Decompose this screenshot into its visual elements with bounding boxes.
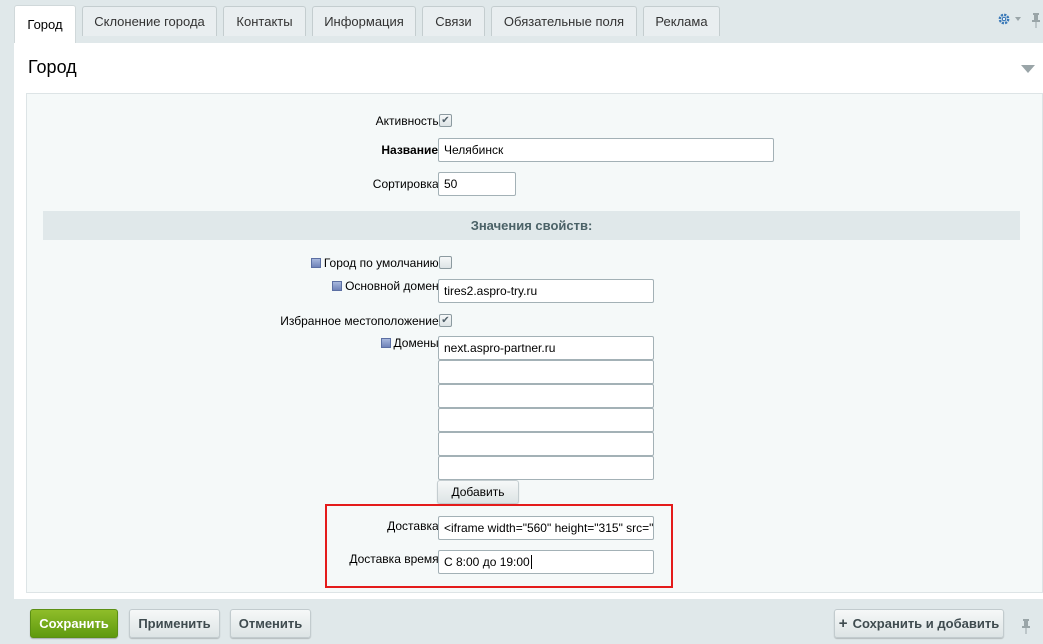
domain-input[interactable] <box>438 408 654 432</box>
tab-bar: Город Склонение города Контакты Информац… <box>0 0 1043 44</box>
tab-city[interactable]: Город <box>14 5 76 43</box>
save-and-add-button[interactable]: + Сохранить и добавить <box>834 609 1004 638</box>
tab-contacts[interactable]: Контакты <box>223 6 306 36</box>
favorite-location-label: Избранное местоположение: <box>280 314 442 328</box>
form-area: Активность: ✔ Название: Челябинск Сортир… <box>26 93 1043 593</box>
chevron-down-icon <box>1015 17 1021 21</box>
gear-icon[interactable] <box>997 12 1011 26</box>
properties-section-title: Значения свойств: <box>43 211 1020 240</box>
domains-label: Домены: <box>380 336 442 350</box>
domain-input[interactable] <box>438 456 654 480</box>
active-label: Активность: <box>375 114 442 128</box>
delivery-time-label: Доставка время: <box>349 552 442 566</box>
main-domain-input[interactable]: tires2.aspro-try.ru <box>438 279 654 303</box>
delivery-time-value: С 8:00 до 19:00 <box>444 555 530 569</box>
domain-input[interactable]: next.aspro-partner.ru <box>438 336 654 360</box>
panel-header: Город <box>14 43 1043 93</box>
checkmark-icon: ✔ <box>441 314 450 326</box>
cancel-button[interactable]: Отменить <box>230 609 311 638</box>
domain-input[interactable] <box>438 360 654 384</box>
default-city-checkbox[interactable] <box>439 256 452 269</box>
domain-input[interactable] <box>438 432 654 456</box>
add-domain-button[interactable]: Добавить <box>437 480 519 504</box>
main-domain-label-text: Основной домен: <box>345 279 442 293</box>
domain-input[interactable] <box>438 384 654 408</box>
tab-advertising[interactable]: Реклама <box>643 6 720 36</box>
settings-menu[interactable] <box>997 12 1021 26</box>
apply-button[interactable]: Применить <box>129 609 220 638</box>
name-input[interactable]: Челябинск <box>438 138 774 162</box>
pin-icon[interactable] <box>1021 618 1031 634</box>
pin-icon[interactable] <box>1031 12 1041 28</box>
delivery-label: Доставка: <box>387 519 442 533</box>
edit-panel: Город Активность: ✔ Название: Челябинск … <box>14 43 1043 599</box>
save-button[interactable]: Сохранить <box>30 609 118 638</box>
favorite-location-checkbox[interactable]: ✔ <box>439 314 452 327</box>
hint-icon[interactable] <box>332 281 343 291</box>
checkmark-icon: ✔ <box>441 114 450 126</box>
sort-label: Сортировка: <box>372 177 442 191</box>
default-city-label-text: Город по умолчанию: <box>323 256 442 270</box>
sort-input[interactable]: 50 <box>438 172 516 196</box>
delivery-time-input[interactable]: С 8:00 до 19:00 <box>438 550 654 574</box>
panel-title: Город <box>28 57 77 77</box>
active-checkbox[interactable]: ✔ <box>439 114 452 127</box>
text-caret <box>530 555 532 569</box>
name-label: Название: <box>381 143 442 157</box>
main-domain-label: Основной домен: <box>332 279 442 293</box>
save-and-add-label: Сохранить и добавить <box>852 616 1000 631</box>
tab-required-fields[interactable]: Обязательные поля <box>491 6 637 36</box>
domains-label-text: Домены: <box>393 336 442 350</box>
tab-information[interactable]: Информация <box>312 6 416 36</box>
tab-city-declension[interactable]: Склонение города <box>82 6 217 36</box>
hint-icon[interactable] <box>380 338 391 348</box>
plus-icon: + <box>838 615 848 632</box>
tab-relations[interactable]: Связи <box>422 6 485 36</box>
default-city-label: Город по умолчанию: <box>310 256 442 270</box>
collapse-icon[interactable] <box>1021 65 1035 73</box>
hint-icon[interactable] <box>310 258 321 268</box>
delivery-input[interactable]: <iframe width="560" height="315" src="h <box>438 516 654 540</box>
